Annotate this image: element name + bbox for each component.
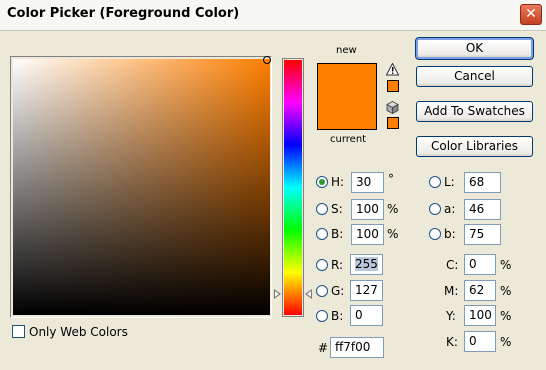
lab-b-field[interactable]: 75 — [464, 224, 501, 245]
lab-a-field[interactable]: 46 — [464, 199, 501, 220]
cyan-label: C: — [446, 258, 459, 272]
color-libraries-button[interactable]: Color Libraries — [416, 136, 533, 157]
close-button[interactable]: ✕ — [520, 4, 542, 25]
lab-l-label: L: — [444, 175, 455, 189]
hex-field[interactable]: ff7f00 — [330, 337, 384, 358]
black-label: K: — [446, 335, 458, 349]
red-label: R: — [331, 258, 344, 272]
web-safe-swatch[interactable] — [387, 117, 399, 129]
lab-b-label: b: — [444, 227, 456, 241]
red-radio[interactable] — [316, 259, 328, 271]
black-field[interactable]: 0 — [464, 331, 496, 352]
new-color-swatch — [317, 63, 377, 130]
hue-slider-left-arrow[interactable] — [274, 289, 281, 299]
new-color-label: new — [336, 45, 357, 56]
only-web-colors-label[interactable]: Only Web Colors — [29, 325, 128, 339]
blue-label: B: — [331, 309, 344, 323]
hue-slider-right-arrow[interactable] — [305, 289, 312, 299]
yellow-label: Y: — [446, 309, 456, 323]
only-web-colors-checkbox[interactable] — [12, 325, 25, 338]
warning-triangle-icon[interactable] — [386, 63, 399, 76]
cancel-button[interactable]: Cancel — [416, 66, 533, 87]
ok-button[interactable]: OK — [415, 37, 534, 60]
brightness-label: B: — [331, 227, 344, 241]
brightness-field[interactable]: 100 — [351, 224, 384, 245]
lab-a-radio[interactable] — [429, 203, 441, 215]
magenta-unit: % — [500, 284, 512, 298]
green-label: G: — [331, 284, 345, 298]
brightness-unit: % — [387, 227, 399, 241]
black-unit: % — [500, 335, 512, 349]
hex-label: # — [318, 341, 329, 355]
lab-l-radio[interactable] — [429, 176, 441, 188]
saturation-field[interactable]: 100 — [351, 199, 384, 220]
current-color-label: current — [330, 134, 367, 145]
cube-icon[interactable] — [386, 101, 399, 114]
title-bar: Color Picker (Foreground Color) ✕ — [0, 0, 546, 31]
add-to-swatches-button[interactable]: Add To Swatches — [416, 101, 533, 122]
saturation-radio[interactable] — [316, 203, 328, 215]
green-field[interactable]: 127 — [350, 280, 383, 301]
hue-label: H: — [331, 175, 345, 189]
hue-radio[interactable] — [316, 176, 328, 188]
brightness-radio[interactable] — [316, 228, 328, 240]
blue-field[interactable]: 0 — [350, 305, 383, 326]
hue-unit: ° — [388, 172, 394, 186]
color-field-marker[interactable] — [263, 56, 271, 64]
color-field[interactable] — [13, 59, 270, 315]
magenta-label: M: — [444, 284, 459, 298]
hue-slider[interactable] — [284, 60, 302, 315]
blue-radio[interactable] — [316, 310, 328, 322]
red-field[interactable]: 255 — [350, 254, 383, 275]
hue-field[interactable]: 30 — [351, 172, 384, 193]
lab-l-field[interactable]: 68 — [464, 172, 501, 193]
green-radio[interactable] — [316, 285, 328, 297]
yellow-unit: % — [500, 309, 512, 323]
gamut-warning-swatch[interactable] — [387, 80, 399, 92]
saturation-label: S: — [331, 202, 343, 216]
red-field-value: 255 — [355, 257, 378, 271]
cyan-unit: % — [500, 258, 512, 272]
yellow-field[interactable]: 100 — [464, 305, 496, 326]
lab-b-radio[interactable] — [429, 228, 441, 240]
cyan-field[interactable]: 0 — [464, 254, 496, 275]
saturation-unit: % — [387, 202, 399, 216]
lab-a-label: a: — [444, 202, 456, 216]
window-title: Color Picker (Foreground Color) — [7, 6, 240, 21]
magenta-field[interactable]: 62 — [464, 280, 496, 301]
